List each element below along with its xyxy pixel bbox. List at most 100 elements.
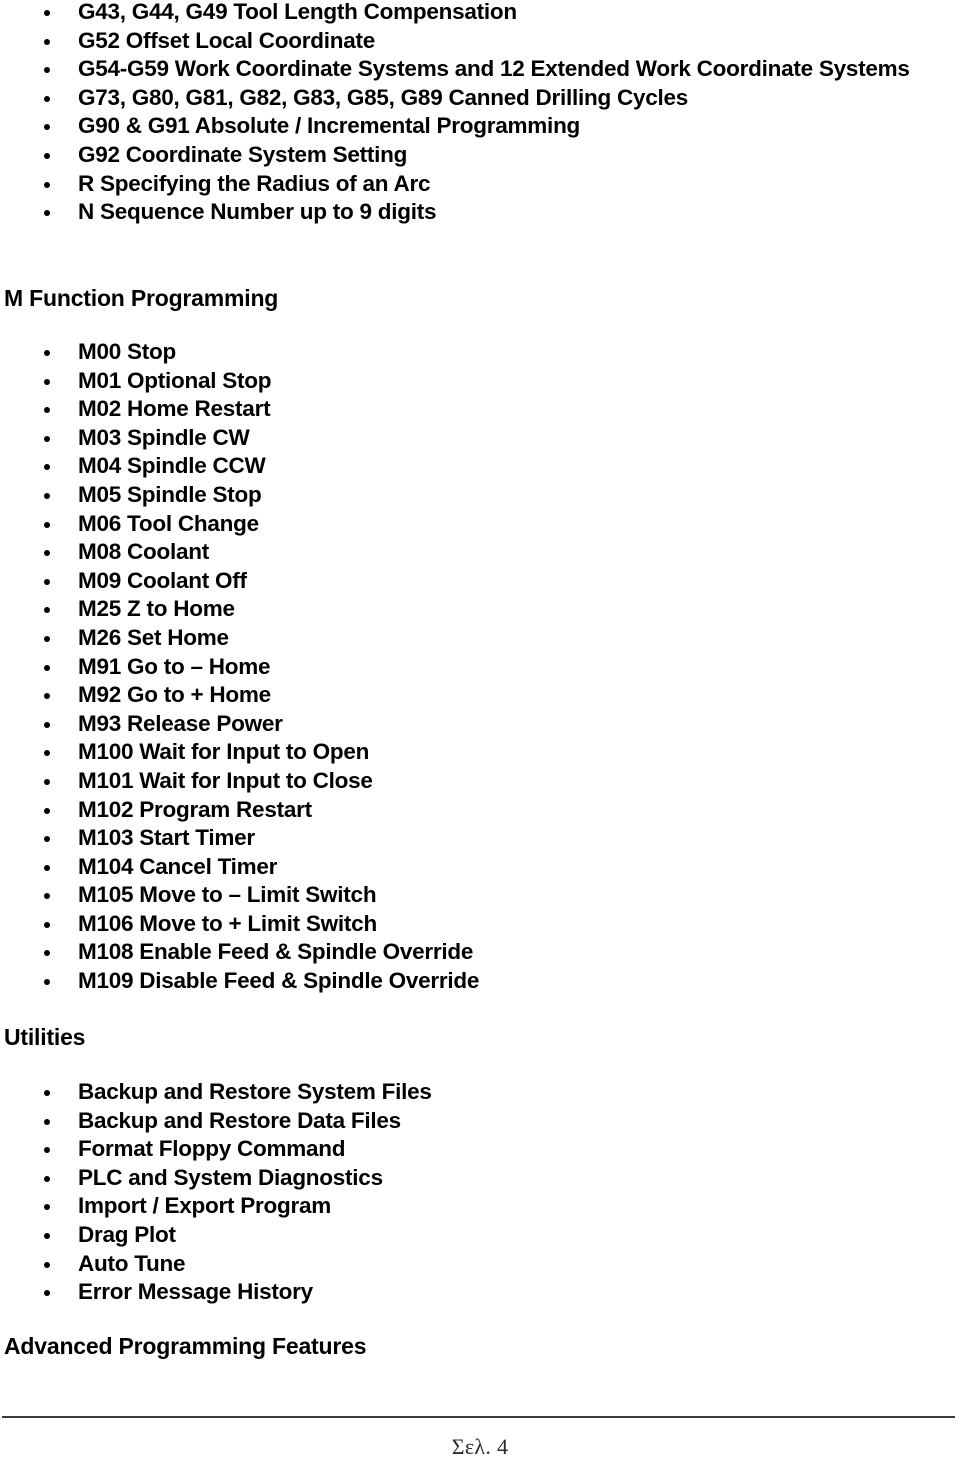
list-item: M104 Cancel Timer bbox=[0, 853, 930, 882]
list-item: Backup and Restore System Files bbox=[0, 1078, 930, 1107]
bullet-icon bbox=[44, 1135, 51, 1164]
list-item-label: M105 Move to – Limit Switch bbox=[78, 882, 377, 908]
list-item: M109 Disable Feed & Spindle Override bbox=[0, 967, 930, 996]
list-item-label: M03 Spindle CW bbox=[78, 424, 250, 450]
bullet-icon bbox=[44, 538, 51, 567]
bullet-icon bbox=[44, 452, 51, 481]
list-item-label: M06 Tool Change bbox=[78, 510, 259, 536]
bullet-icon bbox=[44, 395, 51, 424]
bullet-icon bbox=[44, 824, 51, 853]
list-item-label: G90 & G91 Absolute / Incremental Program… bbox=[78, 113, 581, 139]
list-item: M101 Wait for Input to Close bbox=[0, 767, 930, 796]
list-item-label: PLC and System Diagnostics bbox=[78, 1164, 383, 1190]
list-item-label: M25 Z to Home bbox=[78, 596, 235, 622]
list-item-label: M08 Coolant bbox=[78, 539, 210, 565]
bullet-icon bbox=[44, 853, 51, 882]
list-item: M103 Start Timer bbox=[0, 824, 930, 853]
list-item-label: M106 Move to + Limit Switch bbox=[78, 910, 377, 936]
section-heading-m-function-programming: M Function Programming bbox=[4, 285, 279, 311]
bullet-icon bbox=[44, 767, 51, 796]
section-heading-utilities: Utilities bbox=[4, 1024, 86, 1050]
list-item: M02 Home Restart bbox=[0, 395, 930, 424]
list-item-label: G43, G44, G49 Tool Length Compensation bbox=[78, 0, 517, 24]
bullet-icon bbox=[44, 938, 51, 967]
list-item-label: G92 Coordinate System Setting bbox=[78, 141, 408, 167]
bullet-icon bbox=[44, 112, 51, 141]
list-item: M04 Spindle CCW bbox=[0, 452, 930, 481]
list-item-label: M05 Spindle Stop bbox=[78, 481, 262, 507]
list-item: R Specifying the Radius of an Arc bbox=[0, 170, 930, 199]
list-item: M00 Stop bbox=[0, 338, 930, 367]
list-item-label: M104 Cancel Timer bbox=[78, 853, 278, 879]
list-item: M93 Release Power bbox=[0, 710, 930, 739]
list-item: Auto Tune bbox=[0, 1250, 930, 1279]
list-item: M25 Z to Home bbox=[0, 595, 930, 624]
list-item-label: M103 Start Timer bbox=[78, 825, 255, 851]
bullet-icon bbox=[44, 910, 51, 939]
list-item: M09 Coolant Off bbox=[0, 567, 930, 596]
list-item: M26 Set Home bbox=[0, 624, 930, 653]
list-item-label: M109 Disable Feed & Spindle Override bbox=[78, 968, 480, 994]
bullet-icon bbox=[44, 1078, 51, 1107]
list-item-label: M02 Home Restart bbox=[78, 396, 271, 422]
bullet-icon bbox=[44, 1192, 51, 1221]
list-item-label: G52 Offset Local Coordinate bbox=[78, 27, 376, 53]
list-item: Drag Plot bbox=[0, 1221, 930, 1250]
list-item-label: Auto Tune bbox=[78, 1250, 186, 1276]
bullet-icon bbox=[44, 0, 51, 27]
bullet-icon bbox=[44, 1221, 51, 1250]
bullet-icon bbox=[44, 967, 51, 996]
bullet-icon bbox=[44, 510, 51, 539]
list-item: M92 Go to + Home bbox=[0, 681, 930, 710]
list-item-label: N Sequence Number up to 9 digits bbox=[78, 199, 437, 225]
bullet-icon bbox=[44, 1278, 51, 1307]
list-item: G54-G59 Work Coordinate Systems and 12 E… bbox=[0, 55, 930, 84]
section-heading-advanced-programming-features: Advanced Programming Features bbox=[4, 1333, 367, 1359]
list-item-label: Error Message History bbox=[78, 1279, 313, 1305]
list-item-label: R Specifying the Radius of an Arc bbox=[78, 170, 431, 196]
list-item-label: Drag Plot bbox=[78, 1221, 176, 1247]
list-item-label: M04 Spindle CCW bbox=[78, 453, 266, 479]
list-item-label: Import / Export Program bbox=[78, 1193, 332, 1219]
bullet-icon bbox=[44, 796, 51, 825]
list-item: M03 Spindle CW bbox=[0, 424, 930, 453]
list-item: Format Floppy Command bbox=[0, 1135, 930, 1164]
bullet-icon bbox=[44, 27, 51, 56]
list-item: M100 Wait for Input to Open bbox=[0, 738, 930, 767]
bullet-icon bbox=[44, 170, 51, 199]
list-item-label: M93 Release Power bbox=[78, 710, 283, 736]
footer-divider bbox=[2, 1416, 955, 1418]
bullet-icon bbox=[44, 653, 51, 682]
list-item: G52 Offset Local Coordinate bbox=[0, 27, 930, 56]
list-item-label: G54-G59 Work Coordinate Systems and 12 E… bbox=[78, 56, 910, 82]
list-item: G90 & G91 Absolute / Incremental Program… bbox=[0, 112, 930, 141]
bullet-icon bbox=[44, 595, 51, 624]
list-item: M105 Move to – Limit Switch bbox=[0, 881, 930, 910]
list-item: N Sequence Number up to 9 digits bbox=[0, 198, 930, 227]
list-item: PLC and System Diagnostics bbox=[0, 1164, 930, 1193]
bullet-icon bbox=[44, 1250, 51, 1279]
list-item: M05 Spindle Stop bbox=[0, 481, 930, 510]
list-item: M108 Enable Feed & Spindle Override bbox=[0, 938, 930, 967]
list-item: G43, G44, G49 Tool Length Compensation bbox=[0, 0, 930, 27]
bullet-icon bbox=[44, 84, 51, 113]
bullet-icon bbox=[44, 567, 51, 596]
list-item-label: Backup and Restore System Files bbox=[78, 1079, 432, 1104]
bullet-icon bbox=[44, 1107, 51, 1136]
list-item-label: M102 Program Restart bbox=[78, 796, 312, 822]
list-item: M01 Optional Stop bbox=[0, 367, 930, 396]
list-item-label: M100 Wait for Input to Open bbox=[78, 739, 370, 765]
list-item-label: M101 Wait for Input to Close bbox=[78, 767, 373, 793]
footer-page-number: Σελ. 4 bbox=[451, 1434, 509, 1459]
bullet-icon bbox=[44, 55, 51, 84]
list-item-label: M01 Optional Stop bbox=[78, 367, 272, 393]
g-code-feature-list: G43, G44, G49 Tool Length Compensation G5… bbox=[0, 0, 930, 227]
list-item-label: Backup and Restore Data Files bbox=[78, 1107, 401, 1133]
bullet-icon bbox=[44, 624, 51, 653]
list-item: M106 Move to + Limit Switch bbox=[0, 910, 930, 939]
list-item-label: M92 Go to + Home bbox=[78, 682, 271, 708]
bullet-icon bbox=[44, 424, 51, 453]
bullet-icon bbox=[44, 681, 51, 710]
list-item-label: Format Floppy Command bbox=[78, 1136, 346, 1162]
list-item-label: M00 Stop bbox=[78, 339, 177, 364]
